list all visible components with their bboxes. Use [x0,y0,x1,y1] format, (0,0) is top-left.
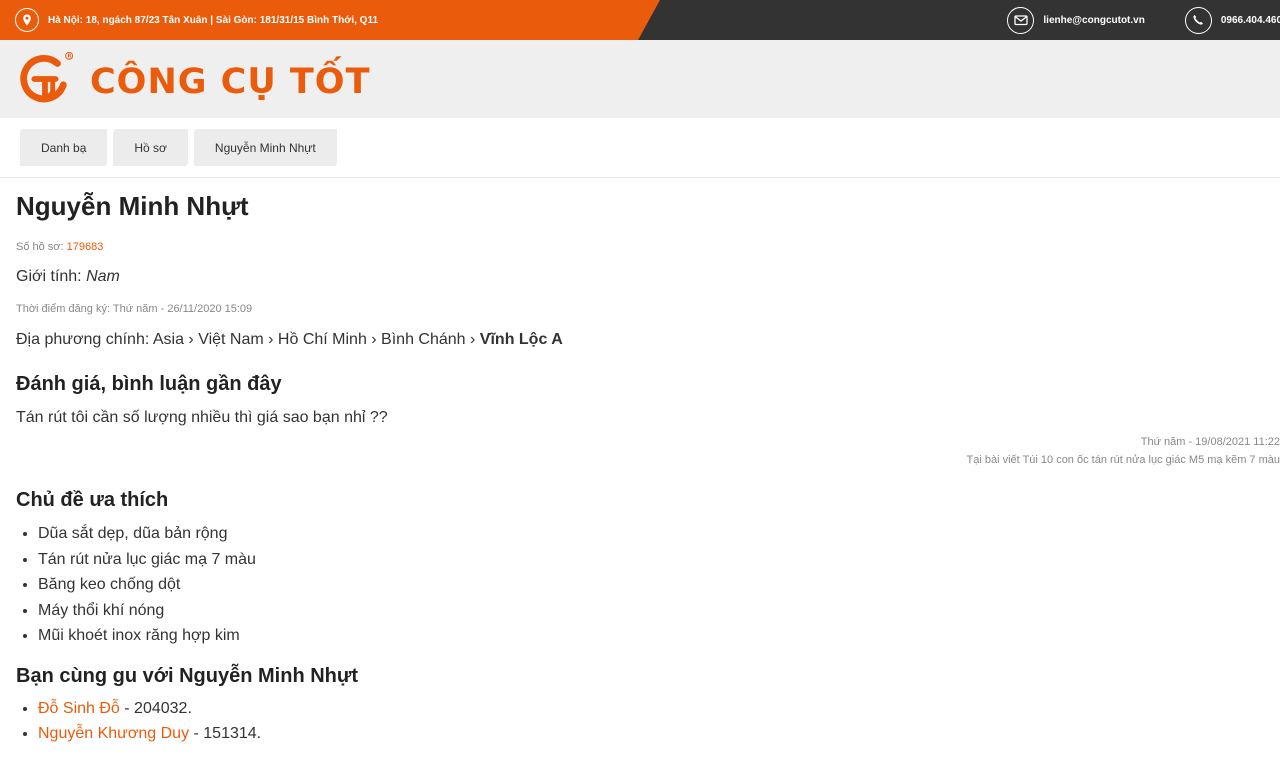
reviews-heading: Đánh giá, bình luận gần đây [16,373,282,395]
phone-text[interactable]: 0966.404.460 [1221,15,1280,26]
similar-user-link[interactable]: Đỗ Sinh Đỗ [38,700,120,717]
phone-contact[interactable]: 0966.404.460 [1184,6,1280,34]
site-header: R CÔNG CỤ TỐT [0,40,1280,118]
list-item[interactable]: Băng keo chống dột [38,572,1280,598]
topics-list: Dũa sắt dẹp, dũa bản rộng Tán rút nửa lụ… [16,521,1280,649]
review-meta: Thứ năm - 19/08/2021 11:22 Tại bài viết … [16,427,1280,489]
gender-line: Giới tính: Nam [16,268,1280,286]
similar-list: Đỗ Sinh Đỗ - 204032. Nguyễn Khương Duy -… [16,696,1280,747]
header-divider [0,177,1280,178]
location-last: Vĩnh Lộc A [479,331,563,348]
list-item[interactable]: Tán rút nửa lục giác mạ 7 màu [38,547,1280,573]
gender-label: Giới tính: [16,268,82,285]
breadcrumb-item-current[interactable]: Nguyễn Minh Nhựt [193,129,337,166]
breadcrumb-item-profile[interactable]: Hồ sơ [113,129,188,166]
similar-user-id: - 151314. [189,725,262,742]
site-logo[interactable]: R CÔNG CỤ TỐT [15,50,370,108]
breadcrumb-item-directory[interactable]: Danh bạ [20,129,108,166]
profile-id-value: 179683 [66,241,104,253]
registered-time: Thời điểm đăng ký: Thứ năm - 26/11/2020 … [16,303,253,315]
email-text[interactable]: lienhe@congcutot.vn [1043,15,1144,26]
list-item: Nguyễn Khương Duy - 151314. [38,721,1280,747]
logo-mark-icon: R [20,51,73,103]
gender-value: Nam [86,268,120,285]
mail-icon [1007,6,1035,34]
page-title: Nguyễn Minh Nhựt [16,191,249,221]
profile-id-label: Số hồ sơ: [16,241,64,253]
contact-block: lienhe@congcutot.vn 0966.404.460 [967,6,1280,34]
similar-heading: Bạn cùng gu với Nguyễn Minh Nhựt [16,664,359,687]
breadcrumb: Danh bạ Hồ sơ Nguyễn Minh Nhựt [20,129,343,166]
list-item[interactable]: Dũa sắt dẹp, dũa bản rộng [38,521,1280,547]
top-bar: Hà Nội: 18, ngách 87/23 Tân Xuân | Sài G… [0,0,1280,40]
profile-content: Nguyễn Minh Nhựt Số hồ sơ: 179683 Giới t… [16,190,1280,747]
location-path: Asia › Việt Nam › Hồ Chí Minh › Bình Chá… [152,331,476,348]
list-item[interactable]: Mũi khoét inox răng hợp kim [38,623,1280,649]
logo-text: CÔNG CỤ TỐT [90,62,371,102]
location-line: Địa phương chính: Asia › Việt Nam › Hồ C… [16,331,1280,349]
similar-user-id: - 204032. [119,699,192,717]
review-source[interactable]: Tại bài viết Túi 10 con ốc tán rút nửa l… [967,451,1280,469]
svg-text:R: R [68,54,72,60]
review-comment: Tán rút tôi cần số lượng nhiều thì giá s… [16,409,388,426]
similar-user-link[interactable]: Nguyễn Khương Duy [38,725,189,742]
review-time: Thứ năm - 19/08/2021 11:22 [1140,436,1280,448]
profile-id-line: Số hồ sơ: 179683 [16,241,1280,253]
address-block: Hà Nội: 18, ngách 87/23 Tân Xuân | Sài G… [15,8,378,32]
map-pin-icon [15,8,39,32]
list-item: Đỗ Sinh Đỗ - 204032. [38,696,1280,722]
topics-heading: Chủ đề ưa thích [16,489,169,511]
email-contact[interactable]: lienhe@congcutot.vn [1007,6,1145,34]
location-label: Địa phương chính: [16,331,150,348]
address-text: Hà Nội: 18, ngách 87/23 Tân Xuân | Sài G… [48,14,379,26]
list-item[interactable]: Máy thổi khí nóng [38,598,1280,624]
phone-icon [1184,6,1212,34]
